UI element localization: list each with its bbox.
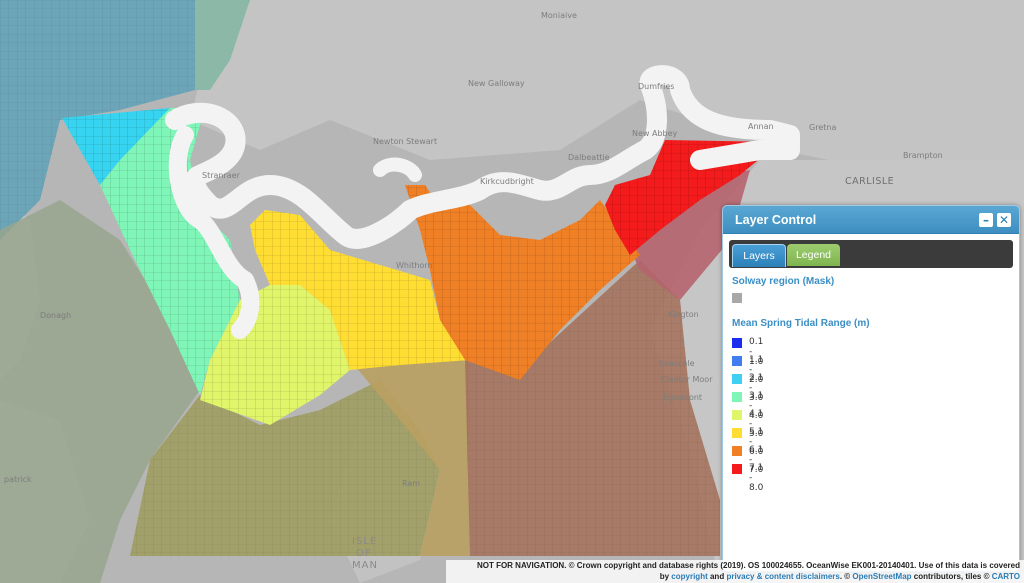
tab-layers[interactable]: Layers	[732, 244, 786, 267]
place-gretna: Gretna	[809, 123, 836, 132]
attribution-dot: . ©	[839, 572, 851, 581]
place-ramsey: Ram	[402, 479, 420, 488]
place-kirkcudbright: Kirkcudbright	[480, 177, 534, 186]
place-annan: Annan	[748, 122, 774, 131]
place-carlisle: CARLISLE	[845, 176, 894, 187]
place-patrick: patrick	[4, 475, 32, 484]
minimize-button[interactable]: –	[979, 213, 993, 227]
legend-swatch	[732, 338, 742, 348]
place-donaghadee: Donagh	[40, 311, 71, 320]
layer-control-panel[interactable]: Layer Control – ✕ Layers Legend Solway r…	[722, 205, 1020, 572]
attribution-contrib: contributors, tiles ©	[913, 572, 990, 581]
place-dalbeattie: Dalbeattie	[568, 153, 610, 162]
close-button[interactable]: ✕	[997, 213, 1011, 227]
place-kington: Kington	[668, 310, 699, 319]
place-new-abbey: New Abbey	[632, 129, 678, 138]
legend-swatch	[732, 446, 742, 456]
place-stranraer: Stranraer	[202, 171, 241, 180]
place-dumfries: Dumfries	[638, 82, 674, 91]
legend-swatch	[732, 410, 742, 420]
tab-bar: Layers Legend	[729, 240, 1013, 268]
place-moniaive: Moniaive	[541, 11, 577, 20]
legend-swatch	[732, 392, 742, 402]
attribution-line1: NOT FOR NAVIGATION. © Crown copyright an…	[476, 561, 1020, 570]
attribution-by: by	[659, 572, 670, 581]
place-cleator-moor: Cleator Moor	[661, 375, 713, 384]
legend-label: 7.1 - 8.0	[749, 463, 764, 493]
label-man: MAN	[352, 560, 378, 571]
attribution-line2: by copyright and privacy & content discl…	[446, 571, 1020, 582]
mask-swatch	[732, 293, 742, 303]
mask-title: Solway region (Mask)	[732, 276, 835, 287]
carto-link[interactable]: CARTO	[992, 572, 1020, 581]
label-isle: ISLE	[352, 536, 377, 547]
attribution-and: and	[709, 572, 725, 581]
range-title: Mean Spring Tidal Range (m)	[732, 318, 870, 329]
place-new-galloway: New Galloway	[468, 79, 525, 88]
tab-legend[interactable]: Legend	[787, 244, 840, 266]
attribution: NOT FOR NAVIGATION. © Crown copyright an…	[446, 560, 1024, 583]
legend-swatch	[732, 356, 742, 366]
privacy-link[interactable]: privacy & content disclaimers	[726, 572, 839, 581]
legend-swatch	[732, 374, 742, 384]
place-brampton: Brampton	[903, 151, 943, 160]
place-whithorn: Whithorn	[396, 261, 433, 270]
place-egremont: Egremont	[663, 393, 702, 402]
legend-swatch	[732, 428, 742, 438]
place-seascale: Seascale	[659, 359, 695, 368]
place-newton-stewart: Newton Stewart	[373, 137, 437, 146]
legend-swatch	[732, 464, 742, 474]
label-of: OF	[356, 548, 372, 559]
osm-link[interactable]: OpenStreetMap	[852, 572, 911, 581]
panel-title: Layer Control	[735, 213, 817, 227]
panel-header[interactable]: Layer Control – ✕	[723, 206, 1019, 234]
copyright-link[interactable]: copyright	[671, 572, 707, 581]
